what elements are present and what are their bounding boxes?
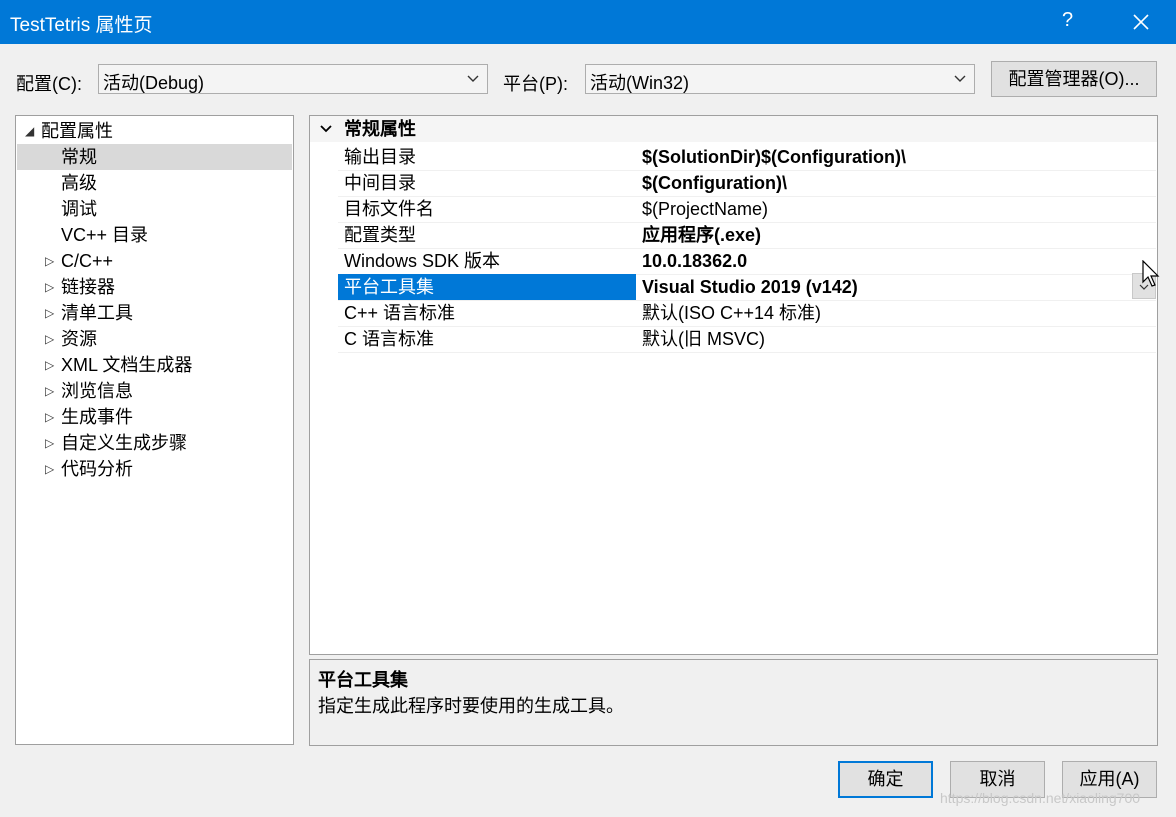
tree-item-label: VC++ 目录 — [61, 225, 149, 245]
property-value[interactable]: Visual Studio 2019 (v142) — [642, 274, 858, 300]
property-name: 中间目录 — [344, 173, 416, 193]
tree-item-label: 调试 — [61, 199, 97, 219]
property-value[interactable]: 应用程序(.exe) — [642, 222, 761, 248]
tree-item[interactable]: ▷ 代码分析 — [17, 456, 292, 482]
category-title: 常规属性 — [344, 119, 416, 139]
description-panel: 平台工具集 指定生成此程序时要使用的生成工具。 — [309, 659, 1158, 746]
tree-item[interactable]: ▷ 生成事件 — [17, 404, 292, 430]
tree-item[interactable]: ▷ 清单工具 — [17, 300, 292, 326]
property-name: Windows SDK 版本 — [344, 251, 501, 271]
window-title: TestTetris 属性页 — [10, 15, 153, 36]
platform-label: 平台(P): — [503, 74, 568, 94]
config-manager-button[interactable]: 配置管理器(O)... — [991, 61, 1157, 97]
property-grid: 常规属性 输出目录 $(SolutionDir)$(Configuration)\… — [309, 115, 1160, 655]
close-icon[interactable] — [1128, 6, 1154, 36]
property-row[interactable]: C++ 语言标准 默认(ISO C++14 标准) — [338, 300, 1156, 327]
tree-item-label: 常规 — [61, 147, 97, 167]
category-tree: ◢ 配置属性常规高级调试 VC++ 目录 ▷ C/C++ ▷ 链接器 ▷ 清单工具 ▷ 资源 ▷ XML… — [15, 115, 294, 745]
property-name: C++ 语言标准 — [344, 303, 456, 323]
tree-item[interactable]: VC++ 目录 — [17, 222, 292, 248]
tree-item[interactable]: ▷ 链接器 — [17, 274, 292, 300]
property-row[interactable]: 中间目录 $(Configuration)\ — [338, 170, 1156, 197]
tree-item[interactable]: ▷ C/C++ — [17, 248, 292, 274]
expanded-arrow-icon[interactable]: ◢ — [25, 118, 34, 144]
description-title: 平台工具集 — [318, 670, 408, 690]
tree-item-label: XML 文档生成器 — [61, 355, 193, 375]
category-header[interactable]: 常规属性 — [310, 116, 1157, 142]
collapsed-arrow-icon[interactable]: ▷ — [45, 248, 54, 274]
property-value[interactable]: $(ProjectName) — [642, 196, 768, 222]
collapsed-arrow-icon[interactable]: ▷ — [45, 404, 54, 430]
tree-item-label: 高级 — [61, 173, 97, 193]
collapsed-arrow-icon[interactable]: ▷ — [45, 456, 54, 482]
collapsed-arrow-icon[interactable]: ▷ — [45, 430, 54, 456]
tree-item-label: 生成事件 — [61, 407, 133, 427]
collapsed-arrow-icon[interactable]: ▷ — [45, 274, 54, 300]
tree-item-label: C/C++ — [61, 251, 114, 271]
property-row[interactable]: Windows SDK 版本 10.0.18362.0 — [338, 248, 1156, 275]
tree-item[interactable]: 常规 — [17, 144, 292, 170]
property-value[interactable]: 默认(旧 MSVC) — [642, 326, 765, 352]
property-value[interactable]: $(Configuration)\ — [642, 170, 787, 196]
tree-item-label: 清单工具 — [61, 303, 133, 323]
property-row[interactable]: 配置类型 应用程序(.exe) — [338, 222, 1156, 249]
tree-item[interactable]: ▷ XML 文档生成器 — [17, 352, 292, 378]
collapsed-arrow-icon[interactable]: ▷ — [45, 326, 54, 352]
tree-item-label: 代码分析 — [61, 459, 133, 479]
property-value[interactable]: $(SolutionDir)$(Configuration)\ — [642, 144, 906, 170]
mouse-cursor-icon — [1142, 260, 1160, 287]
property-row[interactable]: 平台工具集 Visual Studio 2019 (v142) — [338, 274, 1156, 301]
property-row[interactable]: 目标文件名 $(ProjectName) — [338, 196, 1156, 223]
chevron-down-icon — [467, 75, 479, 82]
config-dropdown-value: 活动(Debug) — [103, 73, 205, 93]
property-row[interactable]: 输出目录 $(SolutionDir)$(Configuration)\ — [338, 144, 1156, 171]
tree-item[interactable]: 高级 — [17, 170, 292, 196]
platform-dropdown[interactable]: 活动(Win32) — [585, 64, 975, 94]
tree-item-label: 配置属性 — [41, 121, 113, 141]
platform-dropdown-value: 活动(Win32) — [590, 73, 690, 93]
collapsed-arrow-icon[interactable]: ▷ — [45, 300, 54, 326]
collapsed-arrow-icon[interactable]: ▷ — [45, 378, 54, 404]
tree-item[interactable]: 调试 — [17, 196, 292, 222]
property-row[interactable]: C 语言标准 默认(旧 MSVC) — [338, 326, 1156, 353]
tree-item[interactable]: ▷ 自定义生成步骤 — [17, 430, 292, 456]
description-text: 指定生成此程序时要使用的生成工具。 — [318, 696, 624, 716]
config-label: 配置(C): — [16, 74, 82, 94]
tree-item-label: 链接器 — [61, 277, 115, 297]
property-name: 目标文件名 — [344, 199, 434, 219]
chevron-down-icon — [954, 75, 966, 82]
collapsed-arrow-icon[interactable]: ▷ — [45, 352, 54, 378]
property-name: 平台工具集 — [344, 277, 434, 297]
property-name: C 语言标准 — [344, 329, 434, 349]
property-name: 配置类型 — [344, 225, 416, 245]
tree-item[interactable]: ▷ 浏览信息 — [17, 378, 292, 404]
title-bar: TestTetris 属性页 ? — [0, 0, 1176, 44]
tree-item[interactable]: ◢ 配置属性 — [17, 118, 292, 144]
tree-item-label: 自定义生成步骤 — [61, 433, 187, 453]
ok-button[interactable]: 确定 — [838, 761, 933, 798]
property-value[interactable]: 默认(ISO C++14 标准) — [642, 300, 821, 326]
property-value[interactable]: 10.0.18362.0 — [642, 248, 747, 274]
tree-item[interactable]: ▷ 资源 — [17, 326, 292, 352]
collapse-chevron-icon[interactable] — [320, 125, 332, 133]
property-name: 输出目录 — [344, 147, 416, 167]
watermark: https://blog.csdn.net/xiaoling700 — [940, 790, 1141, 806]
tree-item-label: 浏览信息 — [61, 381, 133, 401]
help-button[interactable]: ? — [1062, 9, 1073, 32]
tree-item-label: 资源 — [61, 329, 97, 349]
config-dropdown[interactable]: 活动(Debug) — [98, 64, 488, 94]
